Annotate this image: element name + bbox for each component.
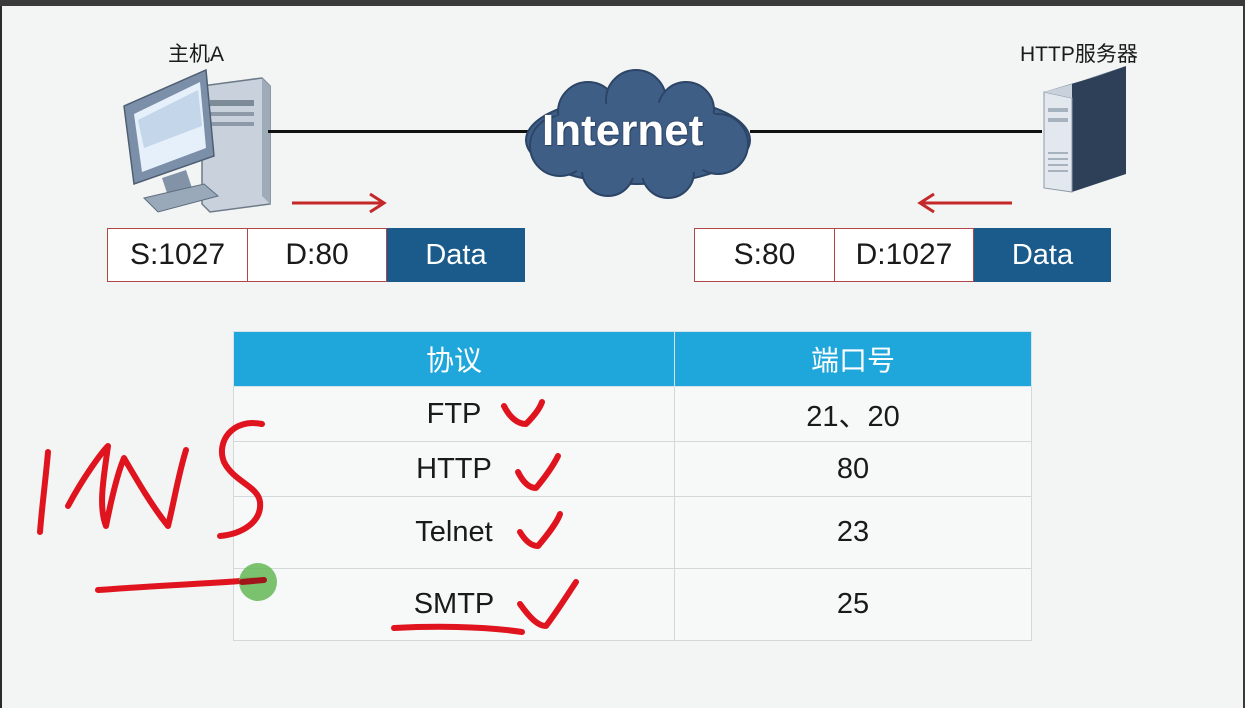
protocol-cell: FTP bbox=[233, 386, 675, 442]
table-row: Telnet 23 bbox=[233, 496, 1032, 569]
desktop-computer-icon bbox=[123, 68, 271, 213]
protocol-cell: HTTP bbox=[233, 441, 675, 497]
arrow-right-icon bbox=[292, 192, 387, 214]
response-payload: Data bbox=[974, 228, 1111, 282]
table-row: SMTP 25 bbox=[233, 568, 1032, 641]
server-tower-icon bbox=[1043, 66, 1126, 193]
protocol-column-header: 协议 bbox=[233, 331, 675, 387]
protocol-cell: Telnet bbox=[233, 496, 675, 569]
request-packet: S:1027 D:80 Data bbox=[107, 228, 525, 282]
protocol-cell: SMTP bbox=[233, 568, 675, 641]
table-row: HTTP 80 bbox=[233, 441, 1032, 497]
port-table: 协议 端口号 FTP 21、20 HTTP 80 Telnet 23 SMTP … bbox=[233, 331, 1032, 641]
pointer-ink-line bbox=[95, 577, 257, 593]
port-column-header: 端口号 bbox=[674, 331, 1032, 387]
arrow-left-icon bbox=[917, 192, 1012, 214]
handwritten-dns-note bbox=[37, 420, 265, 539]
response-source-port: S:80 bbox=[694, 228, 835, 282]
cloud-label: Internet bbox=[542, 106, 704, 155]
server-link-line bbox=[750, 130, 1042, 133]
host-label: 主机A bbox=[168, 43, 225, 66]
response-packet: S:80 D:1027 Data bbox=[694, 228, 1111, 282]
host-link-line bbox=[268, 130, 530, 133]
request-destination-port: D:80 bbox=[248, 228, 387, 282]
request-source-port: S:1027 bbox=[107, 228, 248, 282]
request-payload: Data bbox=[387, 228, 525, 282]
port-cell: 23 bbox=[674, 496, 1032, 569]
slide: 主机A HTTP服务器 Internet S:1027 D:80 Data S:… bbox=[0, 6, 1243, 708]
response-destination-port: D:1027 bbox=[835, 228, 974, 282]
table-row: FTP 21、20 bbox=[233, 386, 1032, 442]
port-cell: 25 bbox=[674, 568, 1032, 641]
port-cell: 80 bbox=[674, 441, 1032, 497]
port-cell: 21、20 bbox=[674, 386, 1032, 442]
table-header-row: 协议 端口号 bbox=[233, 331, 1032, 387]
